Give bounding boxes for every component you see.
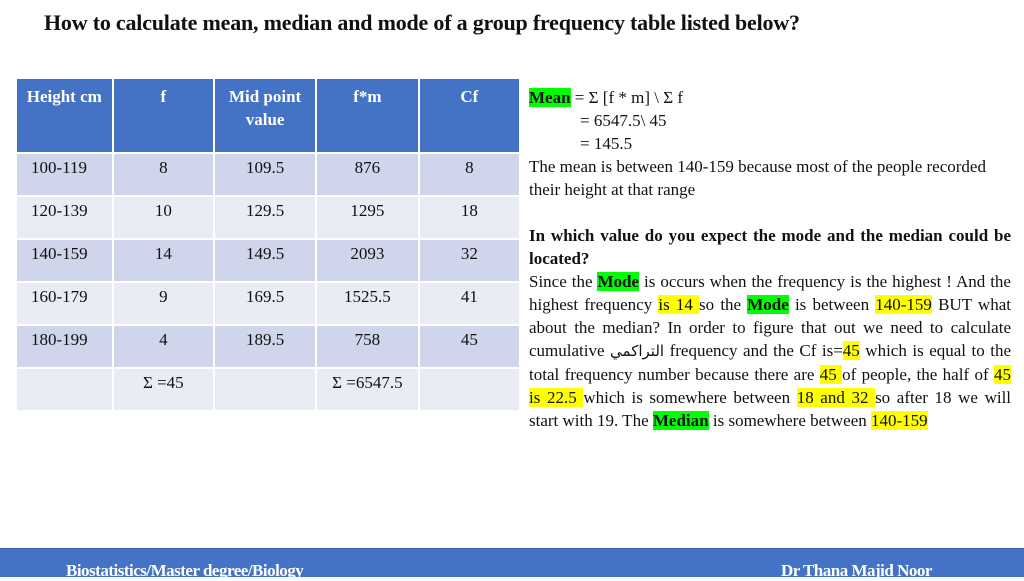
question-heading: In which value do you expect the mode an…	[529, 226, 1011, 268]
frequency-table: Height cm f Mid point value f*m Cf 100-1…	[15, 77, 522, 412]
cell-midpoint: 169.5	[213, 281, 318, 326]
cell-midpoint: 189.5	[213, 324, 318, 369]
footer-author: Dr Thana Majid Noor	[781, 561, 932, 580]
cell-height: 160-179	[15, 281, 114, 326]
cell-fm: 1525.5	[315, 281, 420, 326]
header-midpoint: Mid point value	[213, 77, 318, 154]
mean-step-2: = 145.5	[580, 134, 633, 153]
highlight-is-14: is 14	[658, 295, 700, 314]
explanation-panel: Mean = Σ [f * m] \ Σ f = 6547.5\ 45 = 14…	[529, 86, 1011, 432]
header-cf: Cf	[417, 77, 522, 154]
cell-total-midpoint	[213, 367, 318, 412]
footer-bar: Biostatistics/Master degree/Biology Dr T…	[0, 548, 1024, 580]
header-fm: f*m	[315, 77, 420, 154]
arabic-word: التراكمي	[610, 342, 665, 360]
cell-fm: 758	[315, 324, 420, 369]
table-header-row: Height cm f Mid point value f*m Cf	[15, 77, 522, 154]
cell-total-fm: Σ =6547.5	[315, 367, 420, 412]
header-height: Height cm	[15, 77, 114, 154]
table-totals-row: Σ =45 Σ =6547.5	[15, 367, 522, 412]
mean-formula-line: Mean = Σ [f * m] \ Σ f	[529, 86, 1011, 109]
mode-median-paragraph: Since the Mode is occurs when the freque…	[529, 272, 1012, 430]
cell-fm: 2093	[315, 238, 420, 283]
cell-f: 9	[111, 281, 216, 326]
header-f: f	[111, 77, 216, 154]
cell-cf: 32	[417, 238, 522, 283]
table-row: 140-159 14 149.5 2093 32	[15, 238, 522, 283]
cell-cf: 8	[417, 152, 522, 197]
table-row: 100-119 8 109.5 876 8	[15, 152, 522, 197]
median-label: Median	[652, 411, 709, 430]
page-title: How to calculate mean, median and mode o…	[44, 10, 800, 35]
mode-label: Mode	[597, 272, 640, 291]
highlight-range: 140-159	[871, 411, 928, 430]
table-row: 120-139 10 129.5 1295 18	[15, 195, 522, 240]
mean-step-1: = 6547.5\ 45	[580, 111, 667, 130]
cell-height: 100-119	[15, 152, 114, 197]
cell-f: 14	[111, 238, 216, 283]
highlight-between: 18 and 32	[796, 388, 876, 407]
footer-course: Biostatistics/Master degree/Biology	[66, 561, 304, 580]
highlight-range: 140-159	[875, 295, 932, 314]
cell-total-height	[15, 367, 114, 412]
cell-cf: 18	[417, 195, 522, 240]
mean-formula: = Σ [f * m] \ Σ f	[570, 88, 684, 107]
table-row: 160-179 9 169.5 1525.5 41	[15, 281, 522, 326]
mean-note: The mean is between 140-159 because most…	[529, 157, 986, 199]
cell-midpoint: 149.5	[213, 238, 318, 283]
cell-f: 10	[111, 195, 216, 240]
cell-fm: 1295	[315, 195, 420, 240]
cell-midpoint: 129.5	[213, 195, 318, 240]
cell-f: 8	[111, 152, 216, 197]
cell-height: 140-159	[15, 238, 114, 283]
cell-f: 4	[111, 324, 216, 369]
cell-total-cf	[417, 367, 522, 412]
cell-fm: 876	[315, 152, 420, 197]
cell-total-f: Σ =45	[111, 367, 216, 412]
mean-label: Mean	[529, 88, 571, 107]
highlight-45: 45	[819, 365, 843, 384]
highlight-45: 45	[842, 341, 860, 360]
cell-midpoint: 109.5	[213, 152, 318, 197]
table-row: 180-199 4 189.5 758 45	[15, 324, 522, 369]
cell-cf: 41	[417, 281, 522, 326]
mode-label: Mode	[747, 295, 789, 314]
cell-cf: 45	[417, 324, 522, 369]
cell-height: 120-139	[15, 195, 114, 240]
cell-height: 180-199	[15, 324, 114, 369]
